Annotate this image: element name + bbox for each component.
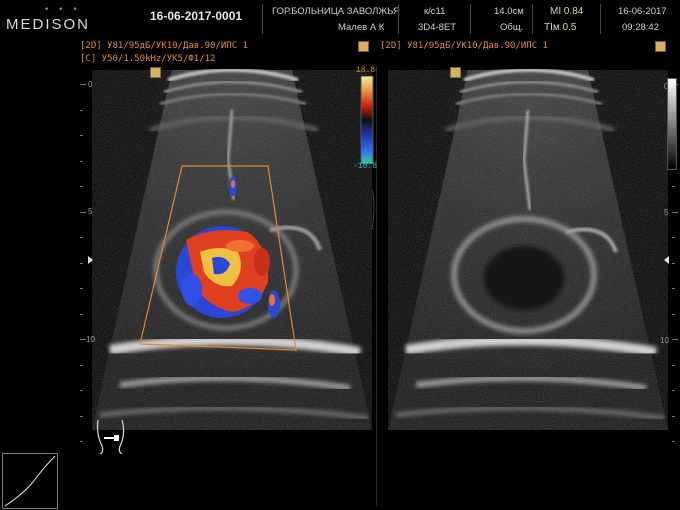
depth-label: 5 [664, 208, 669, 217]
depth-tick [80, 288, 83, 289]
depth-tick [80, 186, 83, 187]
color-scale-max: 18.8 [356, 66, 376, 75]
depth-tick [80, 237, 83, 238]
tgc-curve-icon[interactable] [2, 453, 58, 509]
depth-tick [80, 262, 83, 264]
depth-tick [80, 390, 83, 391]
depth-tick [80, 109, 83, 111]
depth-tick [80, 84, 86, 85]
body-mark-icon[interactable] [92, 416, 130, 454]
depth-label: 5 [88, 207, 93, 216]
depth-label: 10 [86, 335, 95, 344]
color-scale-min: -18.8 [353, 162, 378, 171]
depth-tick [80, 339, 86, 340]
depth-label: 10 [660, 336, 669, 345]
depth-tick [672, 186, 675, 187]
grayscale-bar [667, 78, 677, 170]
depth-tick [80, 135, 83, 136]
depth-tick [672, 288, 675, 289]
depth-tick [80, 313, 83, 315]
depth-tick [672, 441, 675, 442]
depth-tick [672, 313, 675, 315]
depth-tick [672, 415, 675, 417]
depth-tick [80, 441, 83, 442]
depth-tick [672, 390, 675, 391]
depth-tick [672, 237, 675, 238]
depth-tick [672, 211, 678, 213]
depth-tick [80, 364, 83, 366]
depth-tick [672, 262, 675, 264]
depth-tick [80, 211, 86, 213]
depth-tick [80, 160, 83, 162]
depth-tick [80, 415, 83, 417]
color-velocity-bar [360, 76, 374, 164]
depth-tick [672, 339, 678, 340]
depth-tick [672, 364, 675, 366]
right-ultrasound-image [388, 68, 668, 430]
focus-arrow-icon[interactable] [664, 256, 669, 264]
image-divider [376, 66, 377, 506]
depth-label: 0 [88, 80, 93, 89]
focus-arrow-icon[interactable] [88, 256, 93, 264]
